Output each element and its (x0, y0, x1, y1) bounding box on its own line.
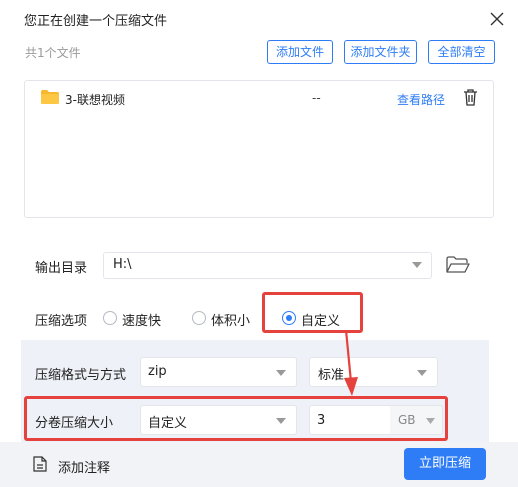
folder-icon (41, 90, 59, 104)
note-icon[interactable] (33, 456, 47, 472)
format-value: zip (148, 364, 167, 379)
add-file-button[interactable]: 添加文件 (267, 40, 333, 64)
output-dir-select[interactable] (103, 252, 432, 279)
compress-now-button[interactable]: 立即压缩 (404, 448, 486, 480)
highlight-box-split (24, 396, 448, 441)
add-folder-button[interactable]: 添加文件夹 (344, 40, 417, 64)
file-name: 3-联想视频 (65, 93, 125, 107)
highlight-box-custom (262, 292, 363, 333)
view-path-link[interactable]: 查看路径 (397, 91, 445, 108)
output-dir-label: 输出目录 (35, 261, 88, 276)
radio-small-label[interactable]: 体积小 (211, 310, 250, 329)
add-note-link[interactable]: 添加注释 (58, 457, 110, 476)
clear-all-button[interactable]: 全部清空 (428, 40, 495, 64)
close-icon[interactable] (486, 8, 508, 30)
chevron-down-icon (412, 262, 422, 268)
radio-fast[interactable] (103, 311, 117, 325)
format-label: 压缩格式与方式 (35, 368, 127, 383)
radio-small[interactable] (192, 311, 206, 325)
open-folder-icon[interactable] (446, 256, 470, 274)
file-count: 共1个文件 (25, 46, 81, 60)
annotation-arrow (344, 330, 358, 396)
dialog-title: 您正在创建一个压缩文件 (24, 14, 168, 29)
compress-options-label: 压缩选项 (35, 314, 88, 329)
chevron-down-icon (276, 370, 286, 376)
chevron-down-icon (417, 370, 427, 376)
trash-icon[interactable] (463, 89, 478, 106)
radio-fast-label[interactable]: 速度快 (122, 310, 161, 329)
output-dir-value: H:\ (113, 257, 132, 272)
file-size: -- (312, 91, 321, 105)
